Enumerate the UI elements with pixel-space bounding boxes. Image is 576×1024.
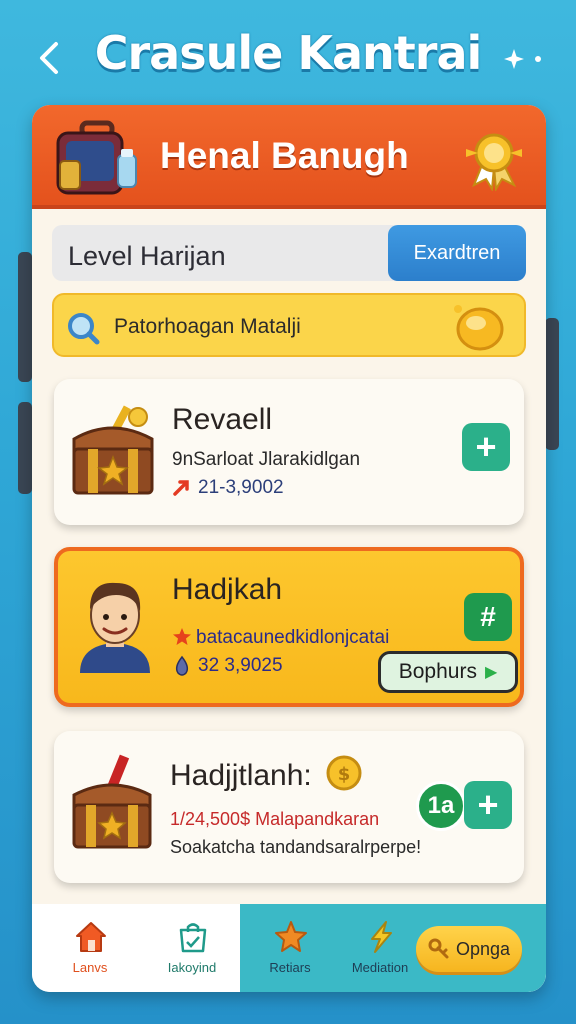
shopping-bag-icon: [179, 923, 207, 953]
nav-label: Retiars: [269, 960, 311, 975]
bonus-button[interactable]: Bophurs ▶: [378, 651, 518, 693]
reward-card-3[interactable]: Hadjjtlanh: $ 1a + 1/24,500$ Malapandkar…: [54, 731, 524, 883]
reward-card-2[interactable]: Hadjkah batacaunedkidlonjcatai 32 3,9025…: [54, 547, 524, 707]
coin-icon: $: [326, 755, 362, 791]
nav-label: Lanvs: [72, 960, 108, 975]
lightning-icon: [371, 921, 392, 953]
app-title: Crasule Kantrai: [94, 26, 483, 80]
grid-button[interactable]: #: [464, 593, 512, 641]
card-subtitle: 9nSarloat Jlarakidlgan: [172, 449, 361, 470]
treasure-chest-icon: [72, 754, 152, 849]
bonus-button-label: Bophurs: [398, 660, 477, 683]
card-value: 21-3,9002: [198, 477, 284, 498]
card-description: Soakatcha tandandsaralrperpe!: [170, 837, 422, 857]
bottom-nav: Lanvs Iakoyind Retiars Mediation Opnga: [32, 904, 546, 992]
sparkle-icon: [504, 49, 541, 69]
backpack-icon: [56, 120, 137, 195]
star-icon: [275, 921, 307, 952]
panel-header: Henal Banugh: [32, 105, 546, 209]
side-tab-right: [545, 318, 559, 450]
count-badge: 1a: [416, 781, 466, 831]
nav-item-rewards[interactable]: Retiars: [238, 904, 342, 992]
level-label: Level Harijan: [68, 241, 226, 271]
search-bar[interactable]: Patorhoagan Matalji: [52, 293, 526, 357]
avatar: [80, 582, 150, 673]
expand-button[interactable]: Exardtren: [388, 225, 526, 281]
arrow-icon: [173, 480, 189, 496]
card-subtitle: batacaunedkidlonjcatai: [196, 627, 390, 648]
options-button[interactable]: Opnga: [416, 926, 522, 972]
card-title: Hadjkah: [172, 573, 283, 606]
card-title: Hadjjtlanh:: [170, 759, 312, 792]
level-row: Level Harijan Exardtren: [52, 225, 526, 281]
coin-icon: [454, 305, 504, 351]
search-icon: [68, 313, 100, 345]
nav-item-shop[interactable]: Iakoyind: [140, 904, 244, 992]
home-icon: [76, 922, 106, 952]
reward-card-1[interactable]: Revaell 9nSarloat Jlarakidlgan 21-3,9002…: [54, 379, 524, 525]
treasure-chest-icon: [72, 405, 154, 495]
add-button[interactable]: +: [464, 781, 512, 829]
chevron-right-icon: ▶: [484, 664, 498, 681]
panel-title: Henal Banugh: [160, 135, 409, 176]
options-label: Opnga: [455, 938, 511, 959]
card-title: Revaell: [172, 403, 273, 436]
top-bar: Crasule Kantrai: [0, 0, 576, 105]
add-button[interactable]: +: [462, 423, 510, 471]
nav-item-home[interactable]: Lanvs: [38, 904, 142, 992]
nav-label: Mediation: [351, 960, 409, 975]
search-text: Patorhoagan Matalji: [114, 315, 301, 338]
card-value: 32 3,9025: [198, 655, 283, 676]
side-tab-left-top: [18, 252, 32, 382]
side-tab-left-bottom: [18, 402, 32, 494]
nav-label: Iakoyind: [167, 960, 217, 975]
drop-icon: [175, 655, 189, 676]
main-panel: Henal Banugh Level Harijan Exardtren Pat…: [32, 105, 546, 992]
svg-text:$: $: [338, 764, 351, 785]
card-subtitle: 1/24,500$ Malapandkaran: [170, 809, 380, 829]
star-icon: [173, 628, 191, 645]
medal-icon: [466, 133, 522, 191]
key-icon: [428, 938, 449, 959]
